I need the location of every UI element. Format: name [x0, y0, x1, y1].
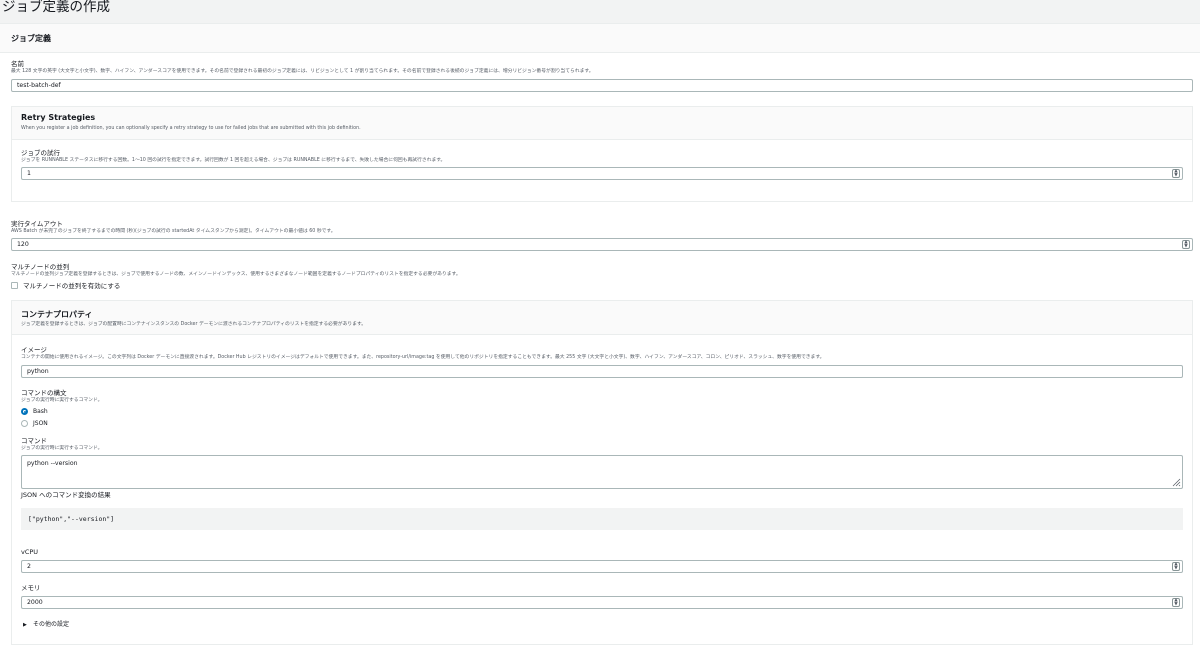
json-result-value: ["python","--version"] [28, 515, 115, 523]
name-input-value: test-batch-def [17, 82, 61, 89]
image-label: イメージ [21, 346, 47, 354]
up-down-spinner-icon[interactable]: ▲ ▼ [1182, 240, 1190, 249]
retry-strategies-description: When you register a job definition, you … [21, 126, 361, 131]
timeout-description: AWS Batch が未完了のジョブを終了するまでの時間 (秒)(ジョブの試行の… [11, 229, 336, 234]
syntax-radio-bash[interactable] [21, 408, 28, 415]
retry-strategies-panel: Retry Strategies When you register a job… [11, 106, 1193, 202]
command-label: コマンド [21, 437, 47, 445]
job-attempts-input[interactable]: 1 ▲ ▼ [21, 167, 1183, 180]
page-title: ジョブ定義の作成 [2, 0, 110, 15]
name-input[interactable]: test-batch-def [11, 79, 1193, 92]
job-attempts-value: 1 [27, 170, 31, 177]
up-down-spinner-icon[interactable]: ▲ ▼ [1172, 562, 1180, 571]
multinode-description: マルチノードの並列ジョブ定義を登録するときは、ジョブで使用するノードの数、メイン… [11, 272, 461, 277]
command-description: ジョブの実行時に実行するコマンド。 [21, 446, 103, 451]
syntax-radio-json[interactable] [21, 420, 28, 427]
json-result-box: ["python","--version"] [21, 508, 1183, 530]
syntax-option-bash[interactable]: Bash [33, 408, 48, 416]
job-attempts-label: ジョブの試行 [21, 149, 60, 157]
section-title: ジョブ定義 [11, 34, 51, 43]
json-result-label: JSON へのコマンド変換の結果 [21, 491, 111, 499]
image-description: コンテナの開始に使用されるイメージ。この文字列は Docker デーモンに直接渡… [21, 355, 825, 360]
job-definition-panel: ジョブ定義 名前 最大 128 文字の英字 (大文字と小文字)、数字、ハイフン、… [0, 23, 1200, 648]
other-settings-toggle[interactable]: その他の設定 [33, 621, 69, 629]
container-properties-panel: コンテナプロパティ ジョブ定義を登録するときは、ジョブの配置時にコンテナインスタ… [11, 300, 1193, 645]
container-properties-description: ジョブ定義を登録するときは、ジョブの配置時にコンテナインスタンスの Docker… [21, 322, 367, 327]
timeout-input[interactable]: 120 ▲ ▼ [11, 238, 1193, 251]
command-value: python --version [27, 460, 78, 467]
command-syntax-description: ジョブの実行時に実行するコマンド。 [21, 398, 103, 403]
memory-input[interactable]: 2000 ▲ ▼ [21, 596, 1183, 609]
up-down-spinner-icon[interactable]: ▲ ▼ [1172, 598, 1180, 607]
timeout-value: 120 [17, 241, 29, 248]
container-properties-title: コンテナプロパティ [21, 310, 93, 319]
memory-value: 2000 [27, 599, 43, 606]
up-down-spinner-icon[interactable]: ▲ ▼ [1172, 169, 1180, 178]
syntax-option-json[interactable]: JSON [33, 420, 48, 428]
resize-grip-icon[interactable] [1172, 478, 1181, 487]
multinode-checkbox-label[interactable]: マルチノードの並列を有効にする [23, 282, 120, 290]
image-value: python [27, 368, 49, 375]
retry-strategies-title: Retry Strategies [21, 113, 96, 122]
caret-right-icon[interactable]: ▶ [23, 622, 27, 628]
name-description: 最大 128 文字の英字 (大文字と小文字)、数字、ハイフン、アンダースコアを使… [11, 69, 594, 74]
timeout-label: 実行タイムアウト [11, 220, 63, 228]
vcpu-value: 2 [27, 563, 31, 570]
command-syntax-label: コマンドの構文 [21, 389, 67, 397]
panel-header: ジョブ定義 [0, 24, 1200, 53]
multinode-label: マルチノードの並列 [11, 263, 70, 271]
vcpu-input[interactable]: 2 ▲ ▼ [21, 560, 1183, 573]
retry-strategies-header: Retry Strategies When you register a job… [12, 107, 1192, 140]
image-input[interactable]: python [21, 365, 1183, 378]
memory-label: メモリ [21, 584, 41, 592]
container-properties-header: コンテナプロパティ ジョブ定義を登録するときは、ジョブの配置時にコンテナインスタ… [12, 301, 1192, 335]
vcpu-label: vCPU [21, 548, 39, 556]
command-textarea[interactable]: python --version [21, 455, 1183, 489]
job-attempts-description: ジョブを RUNNABLE ステータスに移行する回数。1〜10 回の試行を指定で… [21, 158, 446, 163]
multinode-checkbox[interactable] [11, 282, 18, 289]
name-label: 名前 [11, 60, 24, 68]
